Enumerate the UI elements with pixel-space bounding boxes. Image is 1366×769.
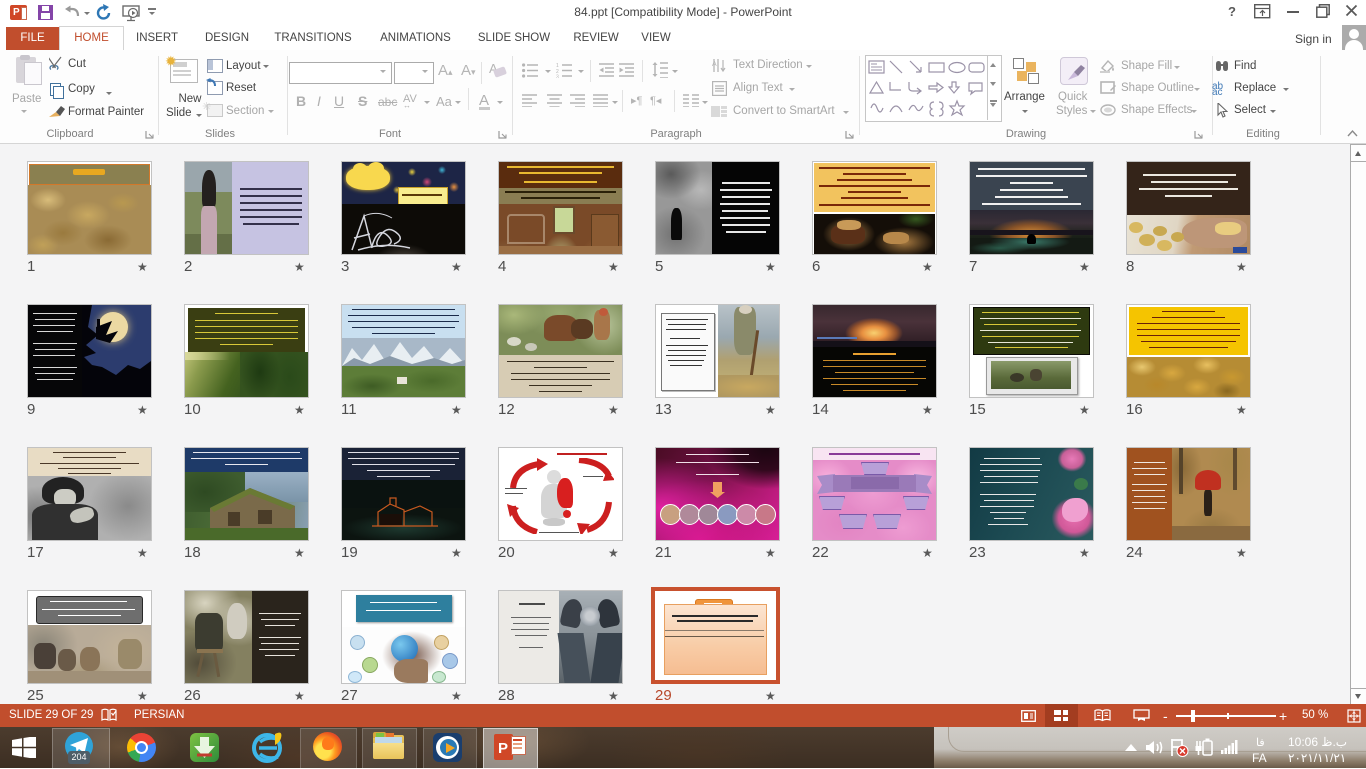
svg-text:3: 3 bbox=[556, 75, 559, 79]
svg-text:A: A bbox=[712, 61, 717, 68]
